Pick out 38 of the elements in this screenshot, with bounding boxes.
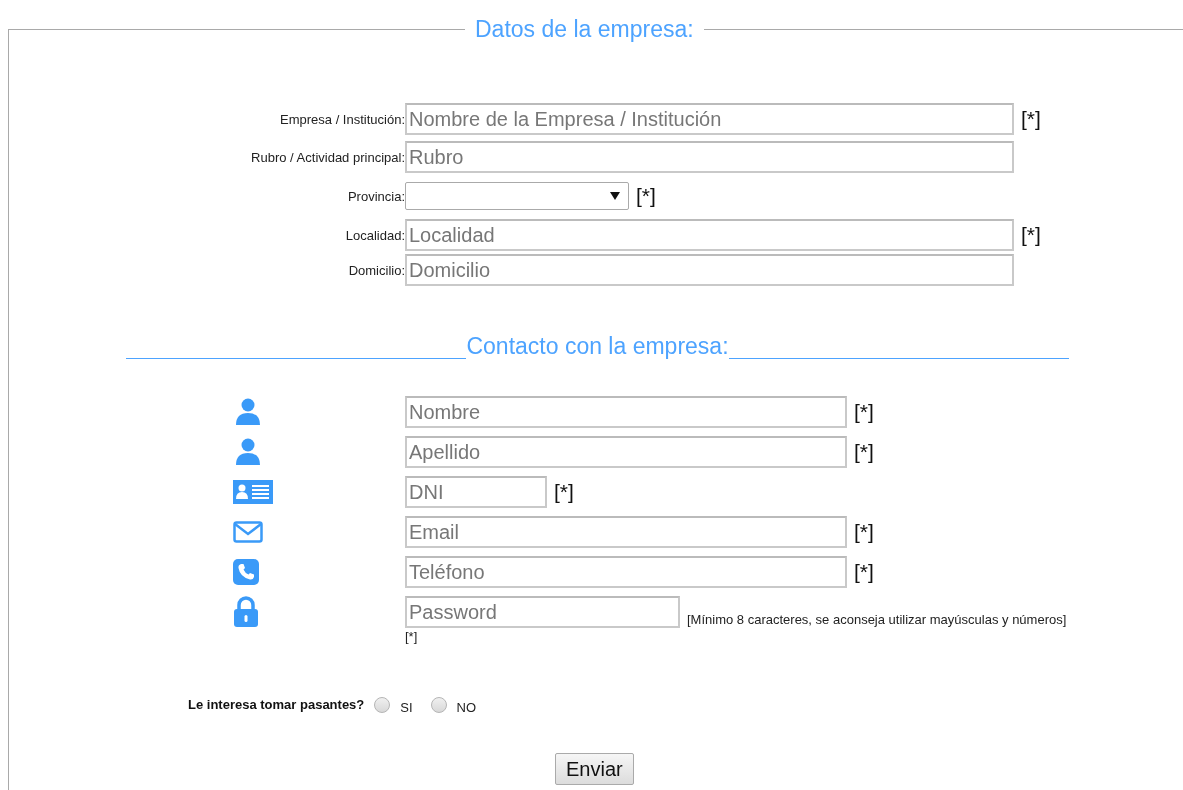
field-label: Empresa / Institución: <box>279 111 405 127</box>
required-mark: [*] <box>1021 223 1041 247</box>
question-label: Le interesa tomar pasantes? <box>188 697 365 712</box>
field-label: Domicilio: <box>347 262 405 278</box>
required-mark: [*] <box>636 184 656 208</box>
province-dropdown[interactable] <box>405 182 629 210</box>
required-mark: [*] <box>854 440 874 464</box>
text-field[interactable]: Nombre <box>405 396 847 428</box>
text-field[interactable]: Rubro <box>405 141 1014 173</box>
required-mark: [*] <box>854 400 874 424</box>
id-card-icon <box>233 480 273 504</box>
field-label: Localidad: <box>344 227 405 243</box>
radio-label: NO <box>456 700 477 715</box>
envelope-icon <box>233 521 263 543</box>
required-mark: [*] <box>554 480 574 504</box>
text-field[interactable]: Teléfono <box>405 556 847 588</box>
person-icon <box>233 397 263 427</box>
radio-button[interactable] <box>430 696 447 713</box>
required-mark: [*] <box>854 560 874 584</box>
required-mark: [*] <box>1021 107 1041 131</box>
required-mark: [*] <box>854 520 874 544</box>
text-field[interactable]: DNI <box>405 476 547 508</box>
caret-icon <box>610 192 620 200</box>
phone-icon <box>233 559 259 585</box>
text-field[interactable]: Domicilio <box>405 254 1014 286</box>
radio-button[interactable] <box>374 696 391 713</box>
lock-icon <box>233 596 259 628</box>
field-label: Rubro / Actividad principal: <box>250 149 405 165</box>
person-icon <box>233 437 263 467</box>
text-field[interactable]: Email <box>405 516 847 548</box>
section-title: Contacto con la empresa: <box>466 333 729 360</box>
submit-button[interactable]: Enviar <box>555 753 634 785</box>
section-title: Datos de la empresa: <box>474 16 695 43</box>
text-field[interactable]: Localidad <box>405 219 1014 251</box>
radio-label: SI <box>400 700 413 715</box>
text-field[interactable]: Nombre de la Empresa / Institución <box>405 103 1014 135</box>
field-label: Provincia: <box>346 188 405 204</box>
text-field[interactable]: Apellido <box>405 436 847 468</box>
